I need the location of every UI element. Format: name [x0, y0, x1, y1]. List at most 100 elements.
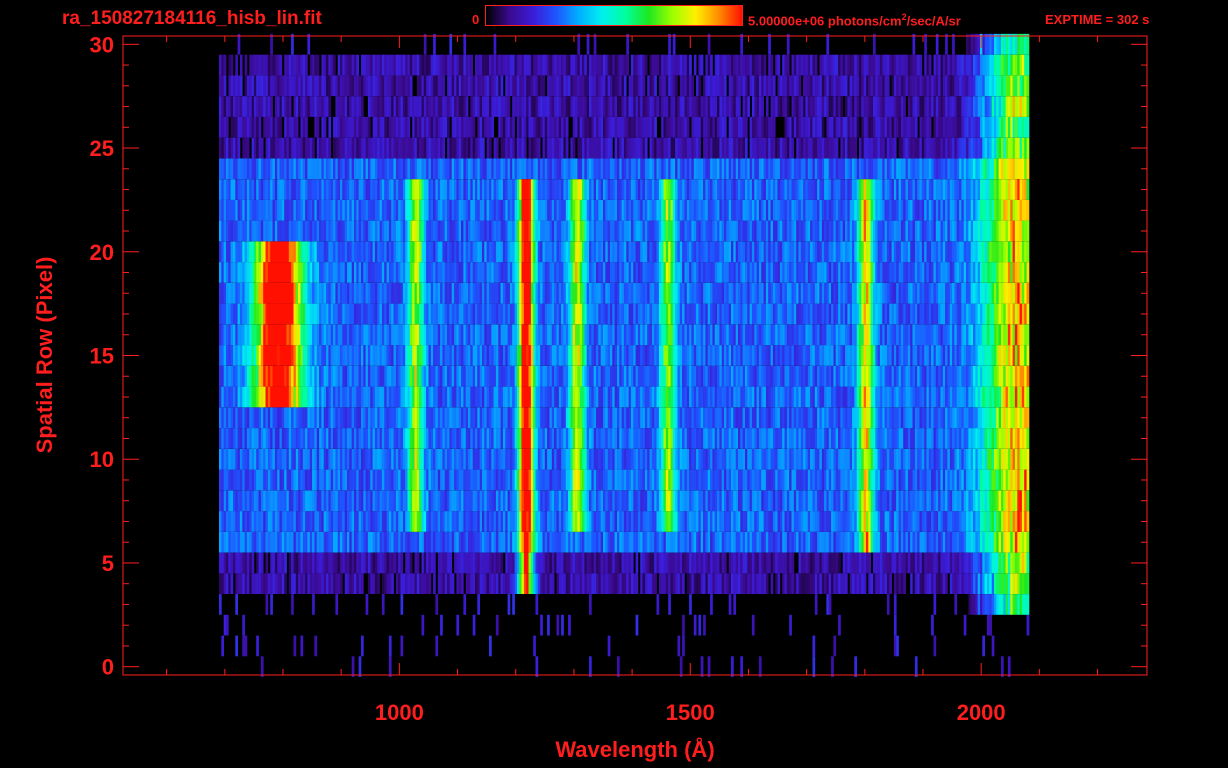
heatmap-cell	[623, 573, 627, 594]
heatmap-cell	[1001, 428, 1004, 449]
heatmap-cell	[931, 531, 934, 553]
heatmap-cell	[703, 614, 706, 636]
heatmap-cell	[316, 324, 320, 346]
heatmap-cell	[982, 469, 985, 491]
heatmap-cell	[770, 324, 774, 346]
heatmap-cell	[1001, 386, 1004, 408]
heatmap-cell	[691, 511, 695, 532]
heatmap-cell	[398, 428, 401, 449]
heatmap-cell	[395, 531, 399, 553]
heatmap-cell	[549, 324, 553, 346]
heatmap-cell	[721, 552, 725, 574]
heatmap-cell	[454, 511, 457, 532]
heatmap-cell	[740, 469, 743, 491]
heatmap-cell	[379, 448, 383, 470]
heatmap-cell	[349, 345, 352, 366]
heatmap-cell	[700, 552, 704, 574]
heatmap-cell	[791, 531, 795, 553]
heatmap-cell	[449, 407, 453, 429]
heatmap-cell	[479, 511, 483, 532]
heatmap-cell	[931, 428, 934, 449]
heatmap-cell	[354, 511, 357, 532]
heatmap-cell	[693, 428, 697, 449]
heatmap-cell	[456, 469, 460, 491]
heatmap-cell	[931, 448, 934, 470]
heatmap-cell	[735, 365, 739, 387]
heatmap-cell	[335, 490, 339, 512]
heatmap-cell	[549, 511, 553, 532]
heatmap-cell	[980, 511, 983, 532]
heatmap-cell	[223, 531, 227, 553]
heatmap-cell	[791, 407, 795, 429]
heatmap-cell	[749, 490, 753, 512]
heatmap-cell	[386, 365, 390, 387]
heatmap-cell	[582, 552, 585, 574]
heatmap-cell	[279, 490, 283, 512]
heatmap-cell	[358, 365, 362, 387]
heatmap-cell	[898, 428, 902, 449]
heatmap-cell	[789, 573, 792, 594]
heatmap-cell	[230, 469, 234, 491]
heatmap-cell	[663, 365, 667, 387]
heatmap-cell	[842, 490, 846, 512]
heatmap-cell	[975, 428, 979, 449]
heatmap-cell	[260, 303, 264, 325]
heatmap-cell	[244, 345, 248, 366]
heatmap-cell	[989, 490, 992, 512]
heatmap-cell	[803, 303, 806, 325]
heatmap-cell	[626, 490, 629, 512]
heatmap-cell	[589, 303, 592, 325]
heatmap-cell	[451, 469, 455, 491]
heatmap-cell	[472, 428, 476, 449]
heatmap-cell	[763, 490, 767, 512]
heatmap-cell	[507, 428, 511, 449]
heatmap-cell	[337, 573, 341, 594]
heatmap-cell	[644, 573, 648, 594]
heatmap-cell	[617, 656, 620, 677]
heatmap-cell	[323, 490, 327, 512]
heatmap-cell	[309, 365, 313, 387]
heatmap-cell	[291, 448, 294, 470]
heatmap-cell	[640, 428, 643, 449]
heatmap-cell	[400, 511, 404, 532]
heatmap-cell	[470, 573, 473, 594]
heatmap-cell	[991, 552, 995, 574]
heatmap-cell	[1001, 448, 1004, 470]
heatmap-cell	[302, 303, 306, 325]
heatmap-cell	[731, 656, 734, 677]
heatmap-cell	[1026, 365, 1030, 387]
heatmap-cell	[1012, 303, 1016, 325]
heatmap-cell	[714, 345, 718, 366]
heatmap-cell	[870, 448, 874, 470]
heatmap-cell	[956, 365, 960, 387]
heatmap-cell	[900, 386, 904, 408]
heatmap-cell	[637, 469, 641, 491]
heatmap-cell	[479, 448, 483, 470]
heatmap-cell	[824, 573, 827, 594]
heatmap-cell	[221, 531, 224, 553]
heatmap-cell	[367, 469, 371, 491]
heatmap-cell	[1005, 552, 1009, 574]
heatmap-cell	[1026, 386, 1030, 408]
heatmap-cell	[451, 303, 455, 325]
heatmap-cell	[847, 345, 851, 366]
heatmap-cell	[374, 552, 378, 574]
heatmap-cell	[509, 531, 513, 553]
heatmap-cell	[728, 448, 732, 470]
heatmap-cell	[970, 594, 974, 615]
heatmap-cell	[388, 448, 392, 470]
heatmap-cell	[647, 511, 650, 532]
heatmap-cell	[516, 365, 520, 387]
heatmap-cell	[700, 428, 704, 449]
heatmap-cell	[249, 531, 252, 553]
heatmap-cell	[742, 303, 746, 325]
heatmap-cell	[719, 407, 723, 429]
heatmap-cell	[854, 511, 857, 532]
heatmap-cell	[516, 386, 520, 408]
heatmap-cell	[482, 490, 485, 512]
heatmap-cell	[416, 303, 420, 325]
heatmap-cell	[342, 303, 345, 325]
heatmap-cell	[523, 531, 527, 553]
heatmap-cell	[354, 407, 357, 429]
heatmap-cell	[810, 407, 813, 429]
